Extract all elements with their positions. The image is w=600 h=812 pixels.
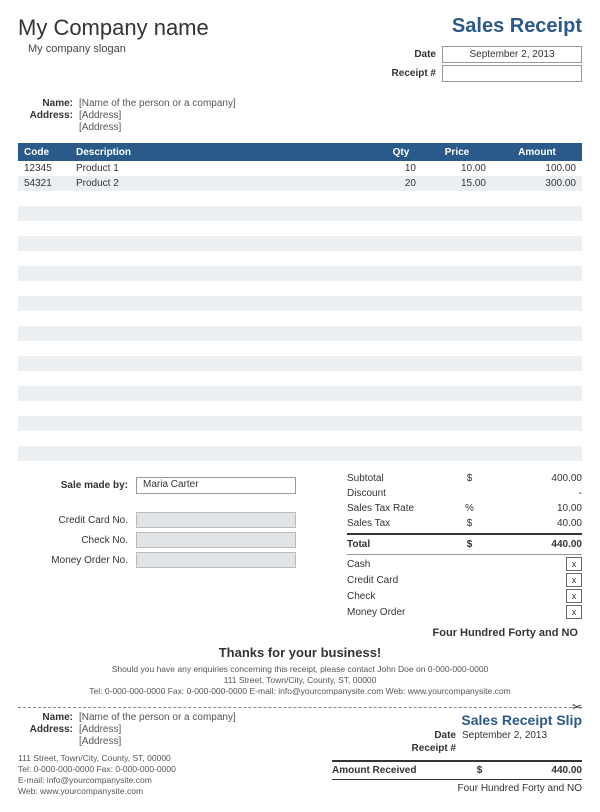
col-amt: Amount: [492, 143, 582, 161]
method-cash-box[interactable]: x: [566, 557, 582, 571]
table-row: [18, 221, 582, 236]
slip-receipt-num: [462, 743, 582, 754]
table-row: 54321Product 22015.00300.00: [18, 176, 582, 191]
slip-amt-label: Amount Received: [332, 765, 457, 776]
slip-footer-tel: Tel: 0-000-000-0000 Fax: 0-000-000-0000: [18, 764, 308, 775]
slip-title: Sales Receipt Slip: [332, 712, 582, 728]
method-check-box[interactable]: x: [566, 589, 582, 603]
table-row: 12345Product 11010.00100.00: [18, 161, 582, 176]
mo-no-input[interactable]: [136, 552, 296, 568]
check-no-label: Check No.: [18, 535, 128, 546]
table-row: [18, 281, 582, 296]
cust-addr-label: Address:: [18, 110, 73, 121]
cust-name-label: Name:: [18, 98, 73, 109]
taxrate-value: 10.00: [492, 503, 582, 514]
scissors-icon: ✂: [572, 700, 582, 714]
cc-no-label: Credit Card No.: [18, 515, 128, 526]
mo-no-label: Money Order No.: [18, 555, 128, 566]
receipt-num-value[interactable]: [442, 65, 582, 82]
cust-name-value: [Name of the person or a company]: [79, 98, 236, 109]
slip-footer-email: E-mail: info@yourcompanysite.com: [18, 775, 308, 786]
company-slogan: My company slogan: [28, 43, 209, 55]
subtotal-label: Subtotal: [347, 473, 447, 484]
sale-by-value[interactable]: Maria Carter: [136, 477, 296, 494]
slip-cust-addr1: [Address]: [79, 724, 121, 735]
table-row: [18, 251, 582, 266]
footer-line2: 111 Street, Town/City, County, ST, 00000: [18, 675, 582, 686]
document-title: Sales Receipt: [392, 15, 582, 38]
table-row: [18, 266, 582, 281]
company-name: My Company name: [18, 15, 209, 41]
amount-words: Four Hundred Forty and NO: [18, 627, 578, 639]
total-value: 440.00: [492, 539, 582, 550]
table-row: [18, 356, 582, 371]
slip-footer-addr: 111 Street, Town/City, County, ST, 00000: [18, 753, 308, 764]
discount-value: -: [492, 488, 582, 499]
col-price: Price: [422, 143, 492, 161]
sale-by-label: Sale made by:: [18, 480, 128, 491]
cc-no-input[interactable]: [136, 512, 296, 528]
table-row: [18, 296, 582, 311]
col-desc: Description: [70, 143, 380, 161]
table-row: [18, 416, 582, 431]
table-row: [18, 401, 582, 416]
method-cash-label: Cash: [347, 559, 467, 570]
table-row: [18, 326, 582, 341]
tax-value: 40.00: [492, 518, 582, 529]
col-code: Code: [18, 143, 70, 161]
method-check-label: Check: [347, 591, 467, 602]
slip-date: September 2, 2013: [462, 730, 582, 741]
table-row: [18, 371, 582, 386]
table-row: [18, 191, 582, 206]
table-row: [18, 236, 582, 251]
subtotal-value: 400.00: [492, 473, 582, 484]
footer-line3: Tel: 0-000-000-0000 Fax: 0-000-000-0000 …: [18, 686, 582, 697]
total-label: Total: [347, 539, 447, 550]
date-label: Date: [414, 49, 436, 60]
check-no-input[interactable]: [136, 532, 296, 548]
col-qty: Qty: [380, 143, 422, 161]
slip-words: Four Hundred Forty and NO: [332, 783, 582, 794]
table-row: [18, 386, 582, 401]
table-row: [18, 341, 582, 356]
slip-cust-name: [Name of the person or a company]: [79, 712, 236, 723]
table-row: [18, 446, 582, 461]
discount-label: Discount: [347, 488, 447, 499]
table-row: [18, 206, 582, 221]
table-row: [18, 431, 582, 446]
slip-footer-web: Web: www.yourcompanysite.com: [18, 786, 308, 797]
slip-amt-value: 440.00: [502, 765, 582, 776]
thanks-message: Thanks for your business!: [18, 645, 582, 660]
taxrate-label: Sales Tax Rate: [347, 503, 447, 514]
items-table: Code Description Qty Price Amount 12345P…: [18, 143, 582, 461]
method-cc-box[interactable]: x: [566, 573, 582, 587]
method-mo-label: Money Order: [347, 607, 467, 618]
tax-label: Sales Tax: [347, 518, 447, 529]
receipt-num-label: Receipt #: [392, 68, 436, 79]
method-cc-label: Credit Card: [347, 575, 467, 586]
slip-cust-addr2: [Address]: [79, 736, 121, 747]
cust-addr1-value: [Address]: [79, 110, 121, 121]
date-value[interactable]: September 2, 2013: [442, 46, 582, 63]
method-mo-box[interactable]: x: [566, 605, 582, 619]
cust-addr2-value: [Address]: [79, 122, 121, 133]
table-row: [18, 311, 582, 326]
footer-line1: Should you have any enquiries concerning…: [18, 664, 582, 675]
